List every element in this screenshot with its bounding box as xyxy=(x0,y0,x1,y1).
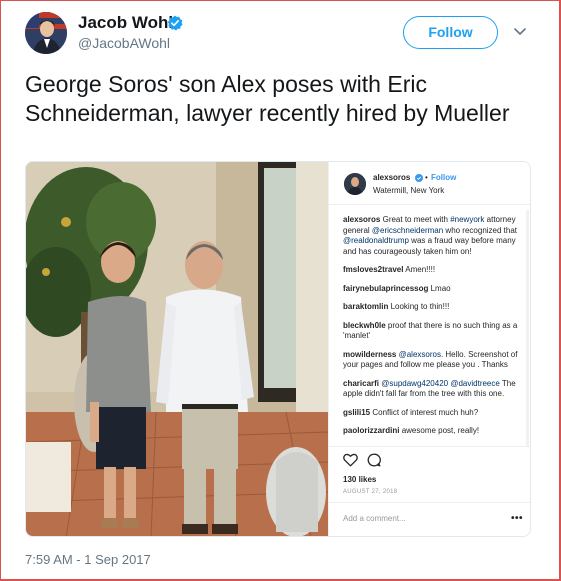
instagram-avatar[interactable] xyxy=(344,173,366,195)
comment-text: Looking to thin!!! xyxy=(390,302,450,311)
comment-username[interactable]: fairynebulaprincessog xyxy=(343,284,428,293)
comment-item: fmsloves2travel Amen!!!! xyxy=(343,265,519,276)
avatar[interactable] xyxy=(25,12,67,54)
divider xyxy=(329,502,530,503)
instagram-follow-link[interactable]: Follow xyxy=(431,173,456,182)
comment-item: charicarfi @supdawg420420 @davidtreece T… xyxy=(343,379,519,400)
comment-text: Amen!!!! xyxy=(405,265,436,274)
instagram-location[interactable]: Watermill, New York xyxy=(373,186,444,195)
comment-tag-link[interactable]: @ericschneiderman xyxy=(372,226,443,235)
comment-tag-link[interactable]: @realdonaldtrump xyxy=(343,236,409,245)
comment-username[interactable]: paolorizzardini xyxy=(343,426,399,435)
comment-username[interactable]: bleckwh0le xyxy=(343,321,386,330)
comment-item: alexsoros Great to meet with #newyork at… xyxy=(343,215,519,257)
add-comment-input[interactable]: Add a comment... xyxy=(343,514,406,523)
chevron-down-icon[interactable] xyxy=(513,27,527,37)
comment-username[interactable]: baraktomlin xyxy=(343,302,388,311)
comment-item: mowilderness @alexsoros. Hello. Screensh… xyxy=(343,350,519,371)
scrollbar[interactable] xyxy=(526,210,529,446)
comment-bubble-icon[interactable] xyxy=(367,453,381,467)
tweet-media[interactable]: alexsoros • Follow Watermill, New York a… xyxy=(25,161,531,537)
heart-icon[interactable] xyxy=(343,453,358,467)
likes-count[interactable]: 130 likes xyxy=(343,475,376,484)
instagram-username[interactable]: alexsoros xyxy=(373,173,410,182)
post-date: AUGUST 27, 2018 xyxy=(343,489,398,495)
comment-item: fairynebulaprincessog Lmao xyxy=(343,284,519,295)
tweet-text: George Soros' son Alex poses with Eric S… xyxy=(25,71,510,126)
photo[interactable] xyxy=(26,162,328,537)
comment-item: bleckwh0le proof that there is no such t… xyxy=(343,321,519,342)
comment-text: Lmao xyxy=(430,283,451,293)
follow-button[interactable]: Follow xyxy=(403,16,498,49)
separator-dot: • xyxy=(425,173,428,182)
divider xyxy=(329,204,530,205)
comment-tag-link[interactable]: @davidtreece xyxy=(450,379,499,388)
comment-username[interactable]: fmsloves2travel xyxy=(343,265,403,274)
comment-tag-link[interactable]: @alexsoros xyxy=(399,350,441,359)
handle[interactable]: @JacobAWohl xyxy=(78,35,170,51)
comment-username[interactable]: gslili15 xyxy=(343,408,370,417)
comment-username[interactable]: alexsoros xyxy=(343,215,380,224)
comment-text: awesome post, really! xyxy=(401,426,480,435)
comment-text: Conflict of interest much huh? xyxy=(372,407,479,417)
verified-badge-icon xyxy=(167,15,183,31)
comment-tag-link[interactable]: #newyork xyxy=(450,215,484,224)
tweet-timestamp[interactable]: 7:59 AM - 1 Sep 2017 xyxy=(25,552,151,567)
comment-item: paolorizzardini awesome post, really! xyxy=(343,426,519,437)
comment-text: Great to meet with xyxy=(382,215,451,224)
comment-item: baraktomlin Looking to thin!!! xyxy=(343,302,519,313)
comment-list[interactable]: alexsoros Great to meet with #newyork at… xyxy=(343,215,519,443)
comment-username[interactable]: mowilderness xyxy=(343,350,396,359)
instagram-verified-icon xyxy=(415,174,423,182)
more-options-icon[interactable]: ••• xyxy=(511,514,523,524)
comment-username[interactable]: charicarfi xyxy=(343,379,379,388)
comment-tag-link[interactable]: @supdawg420420 xyxy=(381,379,448,388)
display-name[interactable]: Jacob Wohl xyxy=(78,13,173,33)
divider xyxy=(329,446,530,447)
comment-text: who recognized that xyxy=(443,225,518,235)
comment-item: gslili15 Conflict of interest much huh? xyxy=(343,408,519,419)
instagram-panel: alexsoros • Follow Watermill, New York a… xyxy=(328,162,530,536)
